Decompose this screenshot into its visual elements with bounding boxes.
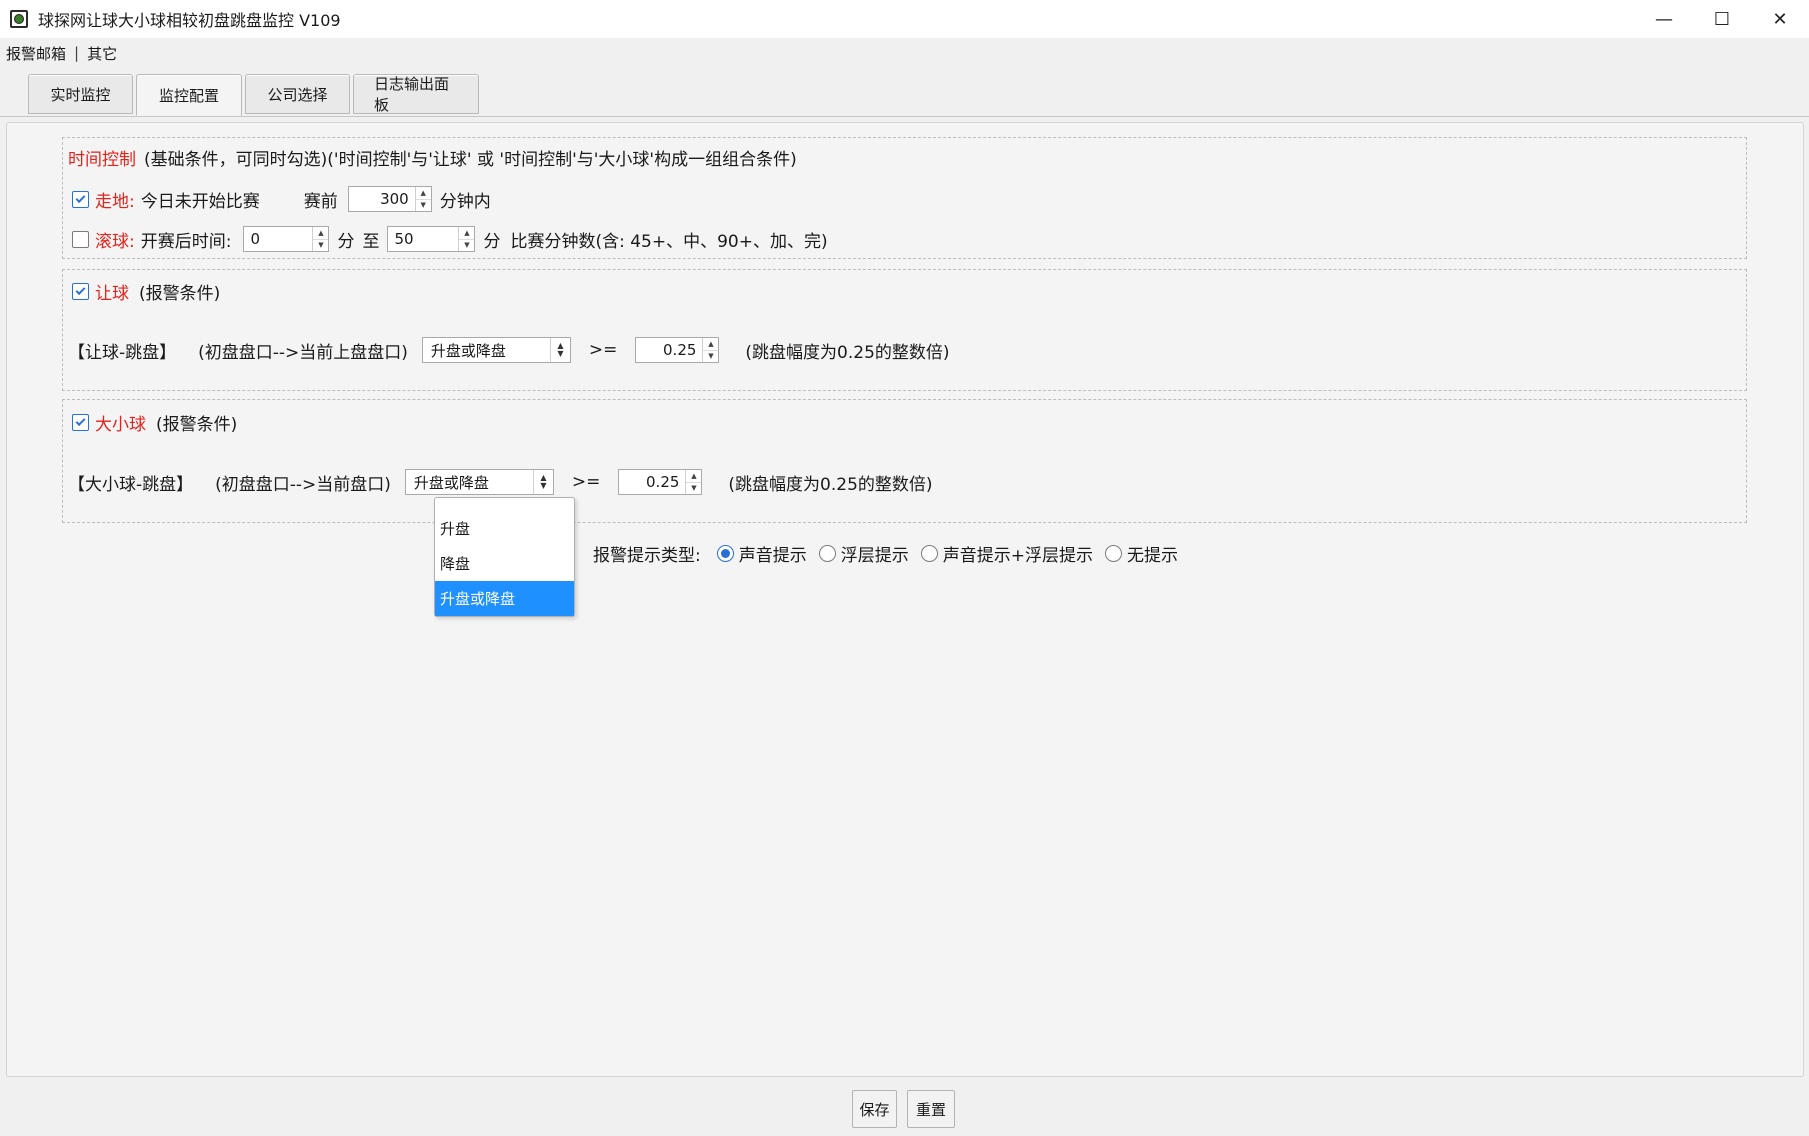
radio-sound-overlay[interactable] <box>920 545 938 562</box>
live-to-unit: 分 <box>483 231 501 252</box>
overunder-title: 大小球 <box>95 415 146 435</box>
handicap-direction-select[interactable]: 升盘或降盘 ▲ ▼ <box>421 337 571 363</box>
live-from-unit: 分 <box>337 231 355 252</box>
spinner-down-icon[interactable]: ▼ <box>459 238 475 252</box>
live-label: 滚球: <box>95 231 135 252</box>
handicap-title: 让球 <box>95 284 129 304</box>
tab-company-select[interactable]: 公司选择 <box>245 74 350 114</box>
walk-text: 今日未开始比赛 <box>140 191 260 212</box>
direction-dropdown-list: 升盘 降盘 升盘或降盘 <box>434 497 575 617</box>
alert-option-sound[interactable]: 声音提示 <box>716 541 807 566</box>
radio-sound[interactable] <box>716 545 734 562</box>
handicap-threshold-spinner[interactable]: 0.25 ▲ ▼ <box>635 337 720 363</box>
overunder-group: 大小球 (报警条件) 【大小球-跳盘】 (初盘盘口-->当前盘口) 升盘或降盘 … <box>62 399 1747 523</box>
handicap-group: 让球 (报警条件) 【让球-跳盘】 (初盘盘口-->当前上盘盘口) 升盘或降盘 … <box>62 269 1747 391</box>
spinner-down-icon[interactable]: ▼ <box>415 198 431 212</box>
time-control-description: (基础条件，可同时勾选)('时间控制'与'让球' 或 '时间控制'与'大小球'构… <box>144 150 797 170</box>
dropdown-option-up[interactable]: 升盘 <box>435 511 574 546</box>
close-button[interactable]: ✕ <box>1751 0 1809 38</box>
spinner-up-icon[interactable]: ▲ <box>686 470 701 482</box>
handicap-operator: >= <box>588 340 618 360</box>
menu-bar: 报警邮箱 | 其它 <box>0 38 1809 68</box>
handicap-row-label: 【让球-跳盘】 <box>68 342 177 363</box>
before-minutes-spinner[interactable]: 300 ▲ ▼ <box>347 186 432 212</box>
handicap-subtitle: (报警条件) <box>139 284 221 304</box>
tab-log-panel[interactable]: 日志输出面板 <box>353 74 479 114</box>
overunder-note: (跳盘幅度为0.25的整数倍) <box>728 474 933 495</box>
alert-option-none[interactable]: 无提示 <box>1104 541 1178 566</box>
save-button[interactable]: 保存 <box>852 1090 897 1128</box>
live-minutes-note: 比赛分钟数(含: 45+、中、90+、加、完) <box>510 231 828 252</box>
dropdown-option-up-or-down[interactable]: 升盘或降盘 <box>435 581 574 616</box>
app-icon <box>10 10 28 28</box>
spinner-up-icon[interactable]: ▲ <box>459 227 474 239</box>
tab-divider <box>0 116 1809 117</box>
live-from-spinner[interactable]: 0 ▲ ▼ <box>243 226 330 252</box>
reset-button[interactable]: 重置 <box>907 1090 955 1128</box>
handicap-note: (跳盘幅度为0.25的整数倍) <box>745 342 950 363</box>
tab-realtime-monitor[interactable]: 实时监控 <box>28 74 133 114</box>
radio-none[interactable] <box>1104 545 1122 562</box>
alert-option-overlay[interactable]: 浮层提示 <box>818 541 909 566</box>
overunder-threshold-value[interactable]: 0.25 <box>619 470 685 494</box>
live-checkbox[interactable] <box>72 230 89 248</box>
handicap-desc: (初盘盘口-->当前上盘盘口) <box>198 342 408 363</box>
dropdown-arrow-icon[interactable]: ▲ ▼ <box>532 470 553 494</box>
handicap-checkbox[interactable] <box>72 283 89 300</box>
walk-checkbox[interactable] <box>72 190 89 208</box>
time-control-group: 时间控制 (基础条件，可同时勾选)('时间控制'与'让球' 或 '时间控制'与'… <box>62 137 1747 259</box>
spinner-down-icon[interactable]: ▼ <box>686 481 702 495</box>
spinner-down-icon[interactable]: ▼ <box>313 238 329 252</box>
before-label: 赛前 <box>303 191 338 212</box>
dropdown-option-down[interactable]: 降盘 <box>435 546 574 581</box>
overunder-checkbox[interactable] <box>72 414 89 431</box>
overunder-operator: >= <box>571 472 601 492</box>
spinner-up-icon[interactable]: ▲ <box>703 338 718 350</box>
overunder-direction-select[interactable]: 升盘或降盘 ▲ ▼ <box>404 469 554 495</box>
minutes-unit: 分钟内 <box>439 191 491 212</box>
tab-bar: 实时监控 监控配置 公司选择 日志输出面板 <box>28 74 482 116</box>
spinner-down-icon[interactable]: ▼ <box>703 349 719 363</box>
before-minutes-value[interactable]: 300 <box>349 187 415 211</box>
menu-other[interactable]: 其它 <box>87 43 117 64</box>
config-panel <box>6 122 1804 1077</box>
live-text: 开赛后时间: <box>140 231 232 252</box>
alert-option-overlay-label[interactable]: 浮层提示 <box>841 541 909 566</box>
time-control-title: 时间控制 <box>68 150 136 170</box>
handicap-direction-value[interactable]: 升盘或降盘 <box>423 338 550 362</box>
menu-alert-email[interactable]: 报警邮箱 <box>6 43 66 64</box>
spinner-up-icon[interactable]: ▲ <box>416 187 431 199</box>
alert-option-sound-overlay-label[interactable]: 声音提示+浮层提示 <box>943 541 1093 566</box>
walk-label: 走地: <box>95 191 135 212</box>
alert-option-sound-label[interactable]: 声音提示 <box>739 541 807 566</box>
alert-type-label: 报警提示类型: <box>593 546 701 566</box>
overunder-desc: (初盘盘口-->当前盘口) <box>215 474 391 495</box>
spinner-up-icon[interactable]: ▲ <box>313 227 328 239</box>
title-bar: 球探网让球大小球相较初盘跳盘监控 V109 — ☐ ✕ <box>0 0 1809 38</box>
menu-separator: | <box>74 44 80 62</box>
overunder-direction-value[interactable]: 升盘或降盘 <box>406 470 533 494</box>
dropdown-arrow-icon[interactable]: ▲ ▼ <box>549 338 570 362</box>
live-to-label: 至 <box>362 231 380 252</box>
minimize-button[interactable]: — <box>1635 0 1693 38</box>
maximize-button[interactable]: ☐ <box>1693 0 1751 38</box>
overunder-subtitle: (报警条件) <box>156 415 238 435</box>
alert-option-none-label[interactable]: 无提示 <box>1127 541 1178 566</box>
live-from-value[interactable]: 0 <box>244 227 312 251</box>
live-to-value[interactable]: 50 <box>388 227 458 251</box>
handicap-threshold-value[interactable]: 0.25 <box>636 338 702 362</box>
alert-option-sound-overlay[interactable]: 声音提示+浮层提示 <box>920 541 1093 566</box>
overunder-row-label: 【大小球-跳盘】 <box>68 474 194 495</box>
alert-type-row: 报警提示类型: 声音提示 浮层提示 声音提示+浮层提示 无提示 <box>593 541 1178 566</box>
live-to-spinner[interactable]: 50 ▲ ▼ <box>387 226 476 252</box>
radio-overlay[interactable] <box>818 545 836 562</box>
tab-monitor-config[interactable]: 监控配置 <box>136 74 242 116</box>
overunder-threshold-spinner[interactable]: 0.25 ▲ ▼ <box>618 469 703 495</box>
window-title: 球探网让球大小球相较初盘跳盘监控 V109 <box>38 11 341 30</box>
